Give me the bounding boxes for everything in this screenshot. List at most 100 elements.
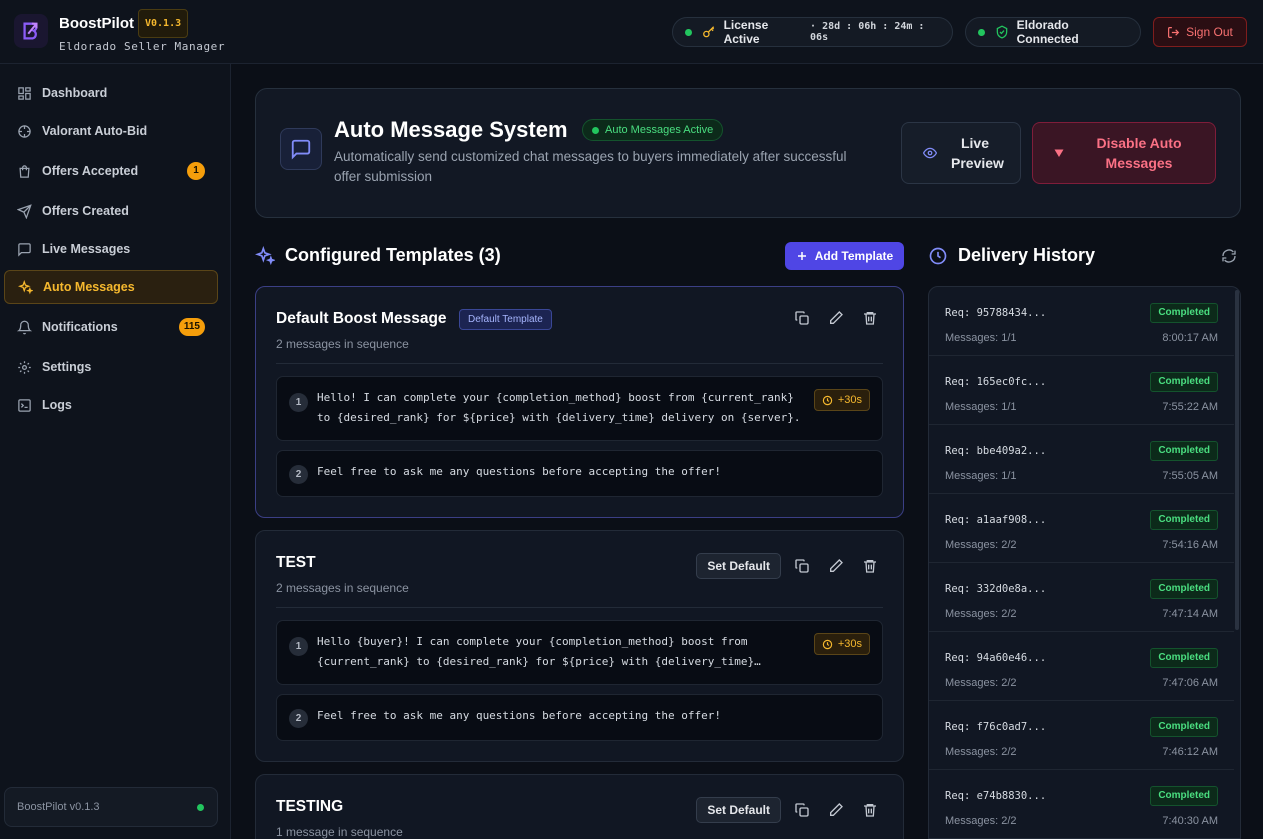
live-preview-label: Live Preview <box>951 135 1004 171</box>
request-id: Req: 94a60e46... <box>945 652 1047 664</box>
set-default-button[interactable]: Set Default <box>696 797 781 823</box>
status-badge: Completed <box>1150 372 1218 392</box>
sidebar-item-logs[interactable]: Logs <box>4 388 218 422</box>
template-name: TESTING <box>276 798 344 815</box>
timestamp: 8:00:17 AM <box>1162 332 1218 344</box>
delay-badge: +30s <box>813 633 870 655</box>
edit-icon[interactable] <box>827 309 845 327</box>
bag-icon <box>16 163 32 179</box>
request-id: Req: bbe409a2... <box>945 445 1047 457</box>
message-count: Messages: 1/1 <box>945 401 1017 413</box>
edit-icon[interactable] <box>827 557 845 575</box>
disable-auto-messages-button[interactable]: Disable Auto Messages <box>1032 122 1216 184</box>
set-default-button[interactable]: Set Default <box>696 553 781 579</box>
history-row: Req: f76c0ad7... Messages: 2/2 Completed… <box>929 701 1234 770</box>
delay-badge: +30s <box>813 389 870 411</box>
status-badge: Completed <box>1150 717 1218 737</box>
message-count: Messages: 2/2 <box>945 746 1017 758</box>
trash-icon[interactable] <box>861 801 879 819</box>
copy-icon[interactable] <box>793 557 811 575</box>
sidebar-item-notifications[interactable]: Notifications 115 <box>4 310 218 344</box>
message-text: Feel free to ask me any questions before… <box>317 709 721 722</box>
history-row: Req: 94a60e46... Messages: 2/2 Completed… <box>929 632 1234 701</box>
template-subtitle: 1 message in sequence <box>276 825 403 839</box>
sidebar-item-offers-created[interactable]: Offers Created <box>4 194 218 228</box>
delivery-history-list[interactable]: Req: 95788434... Messages: 1/1 Completed… <box>928 286 1241 839</box>
disable-auto-messages-label: Disable Auto Messages <box>1096 135 1182 171</box>
edit-icon[interactable] <box>827 801 845 819</box>
sidebar-item-auto-messages[interactable]: Auto Messages <box>4 270 218 304</box>
timestamp: 7:54:16 AM <box>1162 539 1218 551</box>
refresh-icon[interactable] <box>1221 248 1237 264</box>
add-template-label: Add Template <box>814 249 894 263</box>
message-count: Messages: 2/2 <box>945 608 1017 620</box>
trash-icon[interactable] <box>861 557 879 575</box>
bell-icon <box>16 319 32 335</box>
history-scrollbar[interactable] <box>1235 290 1239 630</box>
sidebar-item-label: Settings <box>42 360 92 374</box>
sidebar-item-settings[interactable]: Settings <box>4 350 218 384</box>
live-preview-button[interactable]: Live Preview <box>901 122 1021 184</box>
sidebar-item-label: Valorant Auto-Bid <box>42 124 148 138</box>
message-count: Messages: 2/2 <box>945 539 1017 551</box>
templates-section-header: Configured Templates (3) <box>255 245 501 266</box>
timestamp: 7:55:22 AM <box>1162 401 1218 413</box>
request-id: Req: e74b8830... <box>945 790 1047 802</box>
history-row: Req: a1aaf908... Messages: 2/2 Completed… <box>929 494 1234 563</box>
connection-status-pill: Eldorado Connected <box>965 17 1141 47</box>
clock-icon <box>822 395 833 406</box>
brand-subtitle: Eldorado Seller Manager <box>59 40 226 53</box>
message-step: 1 Hello {buyer}! I can complete your {co… <box>276 620 883 685</box>
top-header: BoostPilot V0.1.3 Eldorado Seller Manage… <box>0 0 1263 64</box>
status-badge: Completed <box>1150 441 1218 461</box>
chat-icon <box>280 128 322 170</box>
sidebar-item-dashboard[interactable]: Dashboard <box>4 76 218 110</box>
add-template-button[interactable]: Add Template <box>785 242 904 270</box>
sign-out-label: Sign Out <box>1186 25 1233 39</box>
request-id: Req: 165ec0fc... <box>945 376 1047 388</box>
message-count: Messages: 2/2 <box>945 677 1017 689</box>
message-count: Messages: 2/2 <box>945 815 1017 827</box>
trash-icon[interactable] <box>861 309 879 327</box>
copy-icon[interactable] <box>793 801 811 819</box>
timestamp: 7:47:06 AM <box>1162 677 1218 689</box>
key-icon <box>702 25 716 39</box>
connection-status-dot <box>978 28 985 36</box>
auto-message-hero-panel: Auto Message System Auto Messages Active… <box>255 88 1241 218</box>
sidebar-item-valorant-auto-bid[interactable]: Valorant Auto-Bid <box>4 114 218 148</box>
sparkles-icon <box>255 245 275 266</box>
send-icon <box>16 203 32 219</box>
sidebar-item-live-messages[interactable]: Live Messages <box>4 232 218 266</box>
template-card-testing: TESTING 1 message in sequence Set Defaul… <box>255 774 904 839</box>
message-text: Feel free to ask me any questions before… <box>317 465 721 478</box>
license-label: License Active <box>723 18 769 46</box>
copy-icon[interactable] <box>793 309 811 327</box>
license-status-pill: License Active · 28d : 06h : 24m : 06s <box>672 17 953 47</box>
template-actions: Set Default <box>696 797 879 823</box>
history-section-title: Delivery History <box>958 245 1096 265</box>
gear-icon <box>16 359 32 375</box>
eye-icon <box>923 146 937 160</box>
sidebar-item-offers-accepted[interactable]: Offers Accepted 1 <box>4 154 218 188</box>
license-status-dot <box>685 28 692 36</box>
status-badge: Completed <box>1150 579 1218 599</box>
license-timer: · 28d : 06h : 24m : 06s <box>810 21 925 43</box>
history-row: Req: e74b8830... Messages: 2/2 Completed… <box>929 770 1234 838</box>
message-line: Hello! I can complete your {completion_m… <box>317 391 794 404</box>
sidebar-item-label: Offers Accepted <box>42 164 139 178</box>
clock-icon <box>822 639 833 650</box>
sidebar-footer: BoostPilot v0.1.3 <box>4 787 218 827</box>
template-card-default-boost-message: Default Boost Message Default Template 2… <box>255 286 904 518</box>
sign-out-button[interactable]: Sign Out <box>1153 17 1247 47</box>
terminal-icon <box>16 397 32 413</box>
delay-label: +30s <box>837 394 862 406</box>
crosshair-icon <box>16 123 32 139</box>
online-status-dot <box>197 804 204 811</box>
history-row: Req: bbe409a2... Messages: 1/1 Completed… <box>929 425 1234 494</box>
version-badge: V0.1.3 <box>138 9 189 38</box>
message-line: to {desired_rank} for ${price} with {del… <box>317 411 801 424</box>
shield-check-icon <box>995 25 1009 39</box>
timestamp: 7:55:05 AM <box>1162 470 1218 482</box>
sidebar-item-label: Dashboard <box>42 86 108 100</box>
template-name: TEST <box>276 554 316 571</box>
